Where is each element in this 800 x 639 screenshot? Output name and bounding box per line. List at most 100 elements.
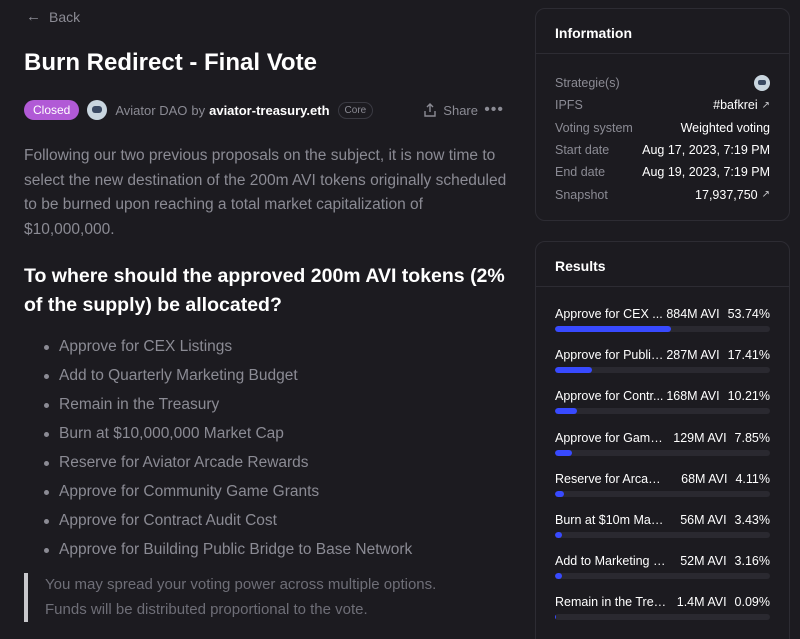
start-date-label: Start date: [555, 143, 610, 158]
voting-system-label: Voting system: [555, 120, 633, 135]
result-progress-fill: [555, 531, 563, 538]
result-choice: Add to Marketing Bu...: [555, 554, 667, 569]
status-badge: Closed: [24, 100, 80, 120]
result-count: 52M AVI: [680, 554, 727, 569]
more-options-icon[interactable]: •••: [484, 101, 504, 119]
note-line: Funds will be distributed proportional t…: [45, 600, 368, 618]
result-progress-track: [555, 573, 770, 580]
start-date-value: Aug 17, 2023, 7:19 PM: [642, 143, 770, 158]
result-row: Approve for Public... 287M AVI 17.41%: [555, 348, 770, 389]
result-percent: 53.74%: [727, 307, 770, 321]
proposal-question: To where should the approved 200m AVI to…: [24, 265, 505, 316]
end-date-label: End date: [555, 165, 606, 180]
blockquote-note: You may spread your voting power across …: [24, 573, 494, 622]
snapshot-label: Snapshot: [555, 187, 608, 202]
list-item: Add to Quarterly Marketing Budget: [44, 365, 412, 394]
list-item: Approve for Contract Audit Cost: [44, 510, 412, 539]
results-list: Approve for CEX ... 884M AVI 53.74% Approve…: [536, 287, 789, 637]
end-date-value: Aug 19, 2023, 7:19 PM: [642, 165, 770, 180]
result-progress-track: [555, 531, 770, 538]
result-progress-track: [555, 449, 770, 456]
voting-system-value: Weighted voting: [680, 120, 770, 135]
proposal-body-intro: Following our two previous proposals on …: [24, 147, 507, 238]
result-choice: Approve for Game ...: [555, 430, 667, 445]
result-progress-track: [555, 408, 770, 415]
back-label: Back: [49, 8, 81, 25]
strategies-label: Strategie(s): [555, 76, 620, 91]
result-percent: 17.41%: [727, 348, 770, 363]
result-progress-fill: [555, 408, 577, 415]
space-link[interactable]: Aviator DAO: [115, 103, 187, 118]
share-label: Share: [443, 102, 478, 118]
ipfs-value: #bafkrei: [713, 98, 758, 113]
result-progress-fill: [555, 490, 564, 497]
share-button[interactable]: Share: [423, 103, 478, 118]
back-button[interactable]: ← Back: [26, 8, 80, 25]
result-line: Add to Marketing Bu... 52M AVI 3.16%: [555, 554, 770, 568]
result-percent: 3.43%: [734, 512, 770, 527]
result-progress-track: [555, 367, 770, 374]
information-title: Information: [536, 9, 789, 54]
author-badge: Core: [337, 101, 374, 119]
result-line: Approve for Public... 287M AVI 17.41%: [555, 348, 770, 362]
result-percent: 7.85%: [734, 430, 770, 445]
result-percent: 4.11%: [735, 471, 770, 486]
share-icon: [424, 103, 436, 117]
proposal-meta: Closed Aviator DAO by aviator-treasury.e…: [24, 98, 504, 122]
proposal-title: Burn Redirect - Final Vote: [24, 49, 317, 76]
result-row: Burn at $10m Marke... 56M AVI 3.43%: [555, 513, 770, 554]
result-row: Reserve for Arcade R... 68M AVI 4.11%: [555, 472, 770, 513]
result-count: 287M AVI: [666, 348, 720, 363]
list-item: Reserve for Aviator Arcade Rewards: [44, 452, 412, 481]
result-choice: Burn at $10m Marke...: [555, 512, 667, 527]
info-row-start-date: Start date Aug 17, 2023, 7:19 PM: [555, 139, 770, 161]
strategy-avatar-icon[interactable]: [754, 75, 770, 92]
result-line: Approve for CEX ... 884M AVI 53.74%: [555, 307, 770, 321]
result-count: 1.4M AVI: [676, 595, 727, 610]
note-line: You may spread your voting power across …: [45, 576, 437, 593]
author-link[interactable]: aviator-treasury.eth: [209, 103, 329, 118]
info-row-strategies: Strategie(s): [555, 72, 770, 94]
list-item: Remain in the Treasury: [44, 394, 412, 423]
result-choice: Approve for CEX ...: [555, 307, 663, 321]
info-row-snapshot: Snapshot 17,937,750 ↗: [555, 183, 770, 205]
info-row-end-date: End date Aug 19, 2023, 7:19 PM: [555, 161, 770, 183]
list-item: Burn at $10,000,000 Market Cap: [44, 423, 412, 452]
information-panel: Information Strategie(s) IPFS #bafkrei ↗…: [535, 8, 790, 221]
result-count: 68M AVI: [681, 471, 728, 486]
space-avatar[interactable]: [87, 100, 108, 120]
result-choice: Remain in the Treas...: [555, 595, 667, 610]
result-percent: 3.16%: [734, 554, 770, 569]
result-progress-track: [555, 490, 770, 497]
info-row-voting-system: Voting system Weighted voting: [555, 117, 770, 139]
snapshot-link[interactable]: 17,937,750 ↗: [695, 188, 770, 202]
result-choice: Reserve for Arcade R...: [555, 471, 667, 486]
result-progress-track: [555, 326, 770, 332]
result-row: Approve for Contr... 168M AVI 10.21%: [555, 389, 770, 430]
info-row-ipfs: IPFS #bafkrei ↗: [555, 94, 770, 116]
result-line: Approve for Contr... 168M AVI 10.21%: [555, 389, 770, 403]
list-item: Approve for Community Game Grants: [44, 481, 412, 510]
result-count: 56M AVI: [680, 512, 727, 527]
list-item: Approve for CEX Listings: [44, 336, 412, 365]
result-percent: 0.09%: [734, 595, 770, 610]
choices-list: Approve for CEX Listings Add to Quarterl…: [44, 336, 412, 568]
list-item: Approve for Building Public Bridge to Ba…: [44, 539, 412, 568]
result-line: Reserve for Arcade R... 68M AVI 4.11%: [555, 472, 770, 486]
snapshot-value: 17,937,750: [695, 187, 758, 202]
result-line: Burn at $10m Marke... 56M AVI 3.43%: [555, 513, 770, 527]
result-choice: Approve for Contr...: [555, 389, 664, 404]
results-panel: Results Approve for CEX ... 884M AVI 53.74…: [535, 241, 790, 639]
ipfs-link[interactable]: #bafkrei ↗: [713, 98, 770, 112]
arrow-left-icon: ←: [26, 8, 41, 25]
result-progress-fill: [555, 449, 572, 456]
result-progress-fill: [555, 326, 671, 332]
ipfs-label: IPFS: [555, 98, 583, 113]
result-row: Approve for Game ... 129M AVI 7.85%: [555, 431, 770, 472]
by-label: by: [191, 102, 206, 118]
results-title: Results: [536, 242, 789, 287]
result-count: 168M AVI: [666, 389, 720, 404]
result-row: Remain in the Treas... 1.4M AVI 0.09%: [555, 595, 770, 636]
external-link-icon: ↗: [761, 99, 770, 111]
result-choice: Approve for Public...: [555, 348, 667, 363]
